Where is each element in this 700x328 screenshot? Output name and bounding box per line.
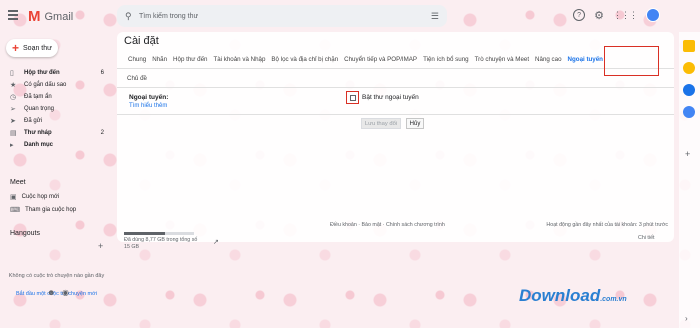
divider xyxy=(117,87,674,88)
sidebar-item-label: Hộp thư đến xyxy=(24,70,60,76)
unread-count: 6 xyxy=(100,70,104,76)
offline-mail-checkbox-label[interactable]: Bật thư ngoại tuyến xyxy=(362,94,419,101)
clock-icon: ◷ xyxy=(10,94,17,101)
sidebar-item-label: Quan trọng xyxy=(24,106,55,112)
keyboard-icon: ⌨ xyxy=(10,207,21,214)
cancel-button[interactable]: Hủy xyxy=(406,118,424,129)
settings-tabs: Chung Nhãn Hộp thư đến Tài khoản và Nhập… xyxy=(117,55,674,69)
star-icon: ★ xyxy=(10,82,17,89)
contacts-icon[interactable] xyxy=(683,106,695,118)
storage-bar xyxy=(124,232,194,235)
sidebar-item-important[interactable]: ➢ Quan trọng xyxy=(0,103,110,115)
sidebar-item-label: Danh mục xyxy=(24,142,54,148)
plus-icon: + xyxy=(12,41,20,55)
gmail-m-icon: M xyxy=(28,8,41,25)
hangouts-empty-text: Không có cuộc trò chuyện nào gần đây xyxy=(8,273,105,279)
tab-inbox[interactable]: Hộp thư đến xyxy=(170,55,210,68)
keep-icon[interactable] xyxy=(683,62,695,74)
watermark-suffix: .com.vn xyxy=(600,296,627,303)
sidebar-item-label: Có gắn dấu sao xyxy=(24,82,67,88)
hangouts-icon[interactable]: ◉ xyxy=(62,288,69,297)
watermark: Download.com.vn xyxy=(519,286,627,306)
divider xyxy=(117,114,674,115)
add-chat-icon[interactable]: + xyxy=(98,241,103,251)
watermark-text: Download xyxy=(519,286,601,305)
draft-count: 2 xyxy=(100,130,104,136)
right-rail: + › xyxy=(679,32,700,328)
sidebar-item-label: Đã tạm ẩn xyxy=(24,94,52,100)
external-link-icon[interactable]: ↗ xyxy=(213,238,219,246)
calendar-icon[interactable] xyxy=(683,40,695,52)
search-input[interactable]: Tìm kiếm trong thư xyxy=(139,13,431,20)
inbox-icon: ▯ xyxy=(10,70,14,77)
join-meeting-item[interactable]: ⌨ Tham gia cuộc họp xyxy=(10,206,76,214)
sidebar-item-snoozed[interactable]: ◷ Đã tạm ẩn xyxy=(0,91,110,103)
sidebar-item-sent[interactable]: ➤ Đã gửi xyxy=(0,115,110,127)
sidebar-nav: ▯ Hộp thư đến 6 ★ Có gắn dấu sao ◷ Đã tạ… xyxy=(0,67,110,151)
tab-addons[interactable]: Tiện ích bổ sung xyxy=(420,55,472,68)
storage-bar-fill xyxy=(124,232,165,235)
footer-links[interactable]: Điều khoản · Bảo mật · Chính sách chương… xyxy=(330,222,445,228)
get-addons-icon[interactable]: + xyxy=(685,149,690,159)
apps-grid-icon[interactable]: ⋮⋮⋮ xyxy=(613,10,638,21)
learn-more-link[interactable]: Tìm hiểu thêm xyxy=(129,103,167,109)
join-meeting-label: Tham gia cuộc họp xyxy=(25,207,77,213)
gmail-logo[interactable]: M Gmail xyxy=(28,8,73,25)
sidebar-item-categories[interactable]: ▸ Danh mục xyxy=(0,139,110,151)
account-activity: Hoạt động gần đây nhất của tài khoản: 3 … xyxy=(546,222,668,228)
meet-title: Meet xyxy=(10,179,26,186)
top-bar: M Gmail ⚲ Tìm kiếm trong thư ☰ ? ⚙ ⋮⋮⋮ xyxy=(0,0,700,32)
compose-label: Soạn thư xyxy=(23,44,52,52)
tab-labels[interactable]: Nhãn xyxy=(149,55,170,68)
header-actions: ? ⚙ ⋮⋮⋮ xyxy=(573,8,660,22)
gear-icon[interactable]: ⚙ xyxy=(594,9,604,22)
offline-label: Ngoại tuyến: xyxy=(129,94,169,101)
settings-panel: Cài đặt Chung Nhãn Hộp thư đến Tài khoản… xyxy=(117,32,674,242)
tab-filters[interactable]: Bộ lọc và địa chỉ bị chặn xyxy=(268,55,341,68)
tab-general[interactable]: Chung xyxy=(125,55,149,68)
video-icon: ▣ xyxy=(10,194,17,201)
tasks-icon[interactable] xyxy=(683,84,695,96)
help-icon[interactable]: ? xyxy=(573,9,586,21)
offline-mail-checkbox[interactable] xyxy=(349,94,356,101)
search-options-icon[interactable]: ☰ xyxy=(431,11,439,22)
sidebar-item-inbox[interactable]: ▯ Hộp thư đến 6 xyxy=(0,67,110,79)
page-title: Cài đặt xyxy=(124,35,159,47)
new-meeting-label: Cuộc họp mới xyxy=(21,194,60,200)
save-button[interactable]: Lưu thay đổi xyxy=(361,118,401,129)
menu-icon[interactable] xyxy=(8,10,18,20)
expand-icon: ▸ xyxy=(10,142,14,149)
sidebar-item-label: Đã gửi xyxy=(24,118,43,124)
app-name: Gmail xyxy=(44,10,74,23)
new-meeting-item[interactable]: ▣ Cuộc họp mới xyxy=(10,193,59,201)
details-link[interactable]: Chi tiết xyxy=(638,235,655,241)
search-bar[interactable]: ⚲ Tìm kiếm trong thư ☰ xyxy=(117,5,447,27)
sidebar-item-label: Thư nháp xyxy=(24,130,52,136)
sidebar-item-drafts[interactable]: ▤ Thư nháp 2 xyxy=(0,127,110,139)
compose-button[interactable]: + Soạn thư xyxy=(6,39,58,57)
tab-themes[interactable]: Chủ đề xyxy=(127,75,147,82)
important-icon: ➢ xyxy=(10,106,16,113)
send-icon: ➤ xyxy=(10,118,16,125)
start-chat-link[interactable]: Bắt đầu một cuộc trò chuyện mới xyxy=(4,291,109,297)
storage-text: Đã dùng 8,77 GB trong tổng số 15 GB xyxy=(124,237,198,250)
tab-accounts[interactable]: Tài khoản và Nhập xyxy=(210,55,268,68)
person-icon[interactable]: ☻ xyxy=(47,288,55,297)
hangouts-title: Hangouts xyxy=(10,230,40,237)
offline-tab-highlight xyxy=(604,46,659,76)
tab-offline[interactable]: Ngoại tuyến xyxy=(565,55,606,68)
sidebar: + Soạn thư ▯ Hộp thư đến 6 ★ Có gắn dấu … xyxy=(0,32,115,328)
sidebar-item-starred[interactable]: ★ Có gắn dấu sao xyxy=(0,79,110,91)
draft-icon: ▤ xyxy=(10,130,17,137)
checkbox-highlight xyxy=(346,91,359,104)
chevron-right-icon[interactable]: › xyxy=(685,314,688,323)
search-icon[interactable]: ⚲ xyxy=(125,11,139,22)
avatar[interactable] xyxy=(646,8,660,22)
tab-forwarding[interactable]: Chuyển tiếp và POP/IMAP xyxy=(341,55,420,68)
tab-advanced[interactable]: Nâng cao xyxy=(532,55,565,68)
tab-chat-meet[interactable]: Trò chuyện và Meet xyxy=(472,55,532,68)
